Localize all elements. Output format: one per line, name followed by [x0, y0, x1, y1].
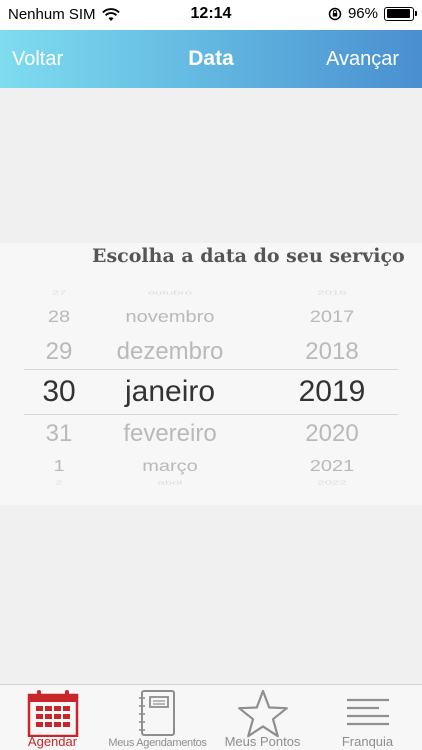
tab-label: Meus Pontos [224, 734, 301, 749]
day-option[interactable]: 27 [24, 289, 94, 296]
month-option[interactable]: outubro [100, 289, 240, 296]
month-option[interactable]: abril [100, 480, 240, 486]
star-icon [237, 689, 288, 738]
month-option[interactable]: março [100, 457, 240, 475]
year-option[interactable]: 2020 [262, 420, 402, 448]
month-option[interactable]: fevereiro [100, 420, 240, 448]
tab-bar: Agendar Meus Agendamentos Meus Pontos Fr… [0, 684, 422, 750]
tab-label: Agendar [27, 734, 78, 749]
date-picker[interactable]: 27 28 29 30 31 1 2 outubro novembro deze… [0, 289, 422, 489]
status-right: 96% [328, 5, 417, 22]
year-option[interactable]: 2016 [262, 289, 402, 296]
tab-franquia[interactable]: Franquia [315, 685, 420, 750]
calendar-icon [27, 690, 78, 737]
month-option[interactable]: dezembro [100, 338, 240, 366]
notebook-icon [138, 690, 175, 736]
navigation-bar: Voltar Data Avançar [0, 30, 422, 88]
day-option-selected[interactable]: 30 [24, 375, 94, 409]
month-option[interactable]: novembro [100, 308, 240, 328]
date-picker-panel: Escolha a data do seu serviço 27 28 29 3… [0, 243, 422, 505]
day-option[interactable]: 29 [24, 338, 94, 366]
year-option[interactable]: 2018 [262, 338, 402, 366]
tab-meus-pontos[interactable]: Meus Pontos [210, 685, 315, 750]
tab-agendar[interactable]: Agendar [0, 685, 105, 750]
year-option[interactable]: 2022 [262, 480, 402, 486]
tab-label: Meus Agendamentos [108, 737, 207, 749]
year-option[interactable]: 2021 [262, 457, 402, 475]
year-option[interactable]: 2017 [262, 308, 402, 328]
status-bar: Nenhum SIM 12:14 96% [0, 0, 422, 30]
month-wheel[interactable]: outubro novembro dezembro janeiro fevere… [100, 289, 240, 489]
day-option[interactable]: 28 [24, 308, 94, 328]
orientation-lock-icon [328, 7, 342, 20]
day-option[interactable]: 2 [24, 480, 94, 486]
day-wheel[interactable]: 27 28 29 30 31 1 2 [24, 289, 94, 489]
picker-prompt: Escolha a data do seu serviço [92, 245, 405, 267]
year-wheel[interactable]: 2016 2017 2018 2019 2020 2021 2022 [262, 289, 402, 489]
month-option-selected[interactable]: janeiro [100, 375, 240, 409]
tab-label: Franquia [341, 734, 394, 749]
menu-lines-icon [346, 698, 389, 726]
next-button[interactable]: Avançar [326, 48, 399, 71]
tab-meus-agendamentos[interactable]: Meus Agendamentos [105, 685, 210, 750]
battery-percent: 96% [347, 5, 378, 22]
year-option-selected[interactable]: 2019 [262, 375, 402, 409]
day-option[interactable]: 1 [24, 457, 94, 475]
battery-icon [384, 6, 417, 21]
day-option[interactable]: 31 [24, 420, 94, 448]
